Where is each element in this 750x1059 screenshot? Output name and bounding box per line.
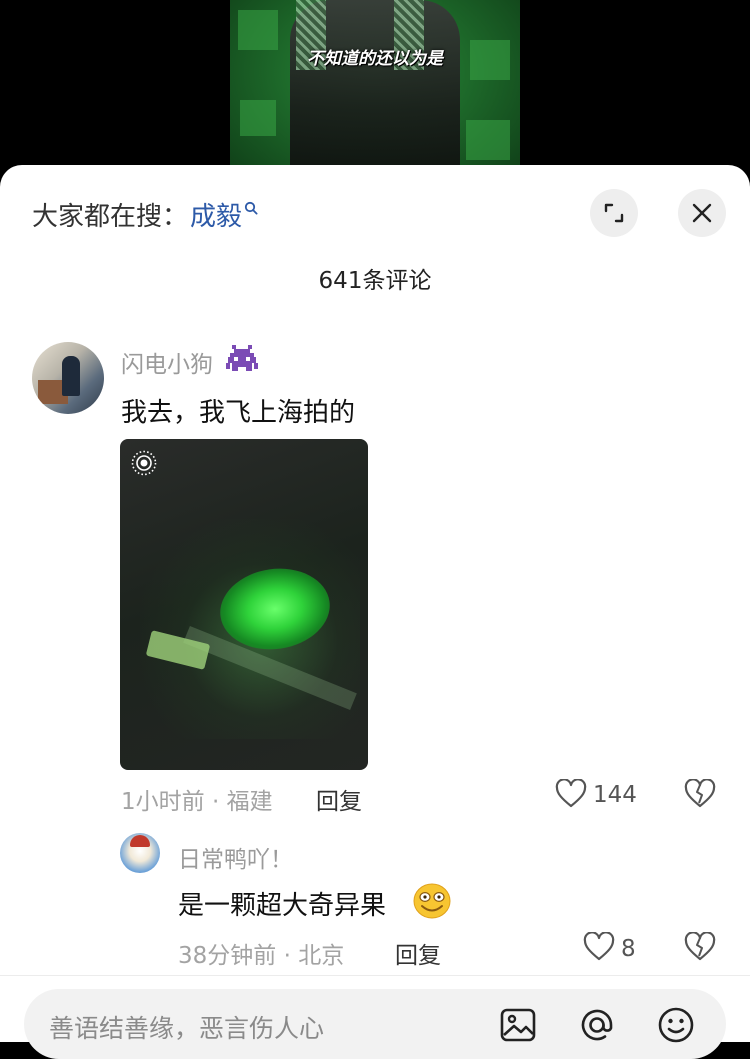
comment-meta: 1小时前 · 福建 — [121, 789, 273, 815]
search-suggestion-term[interactable]: 成毅 — [190, 196, 242, 233]
comment-image[interactable] — [120, 439, 368, 770]
reply-button[interactable]: 回复 — [316, 782, 362, 816]
avatar[interactable] — [120, 833, 160, 873]
like-count: 8 — [621, 936, 636, 962]
at-mention-icon[interactable] — [577, 1005, 617, 1045]
comments-sheet: 大家都在搜： 成毅 641条评论 闪电小狗 我去，我飞上海拍的 1小时前 · 福… — [0, 165, 750, 1059]
divider — [0, 975, 750, 976]
video-frame[interactable]: 不知道的还以为是 — [230, 0, 520, 180]
comment-count: 641条评论 — [318, 268, 432, 294]
reply-text: 是一颗超大奇异果 — [178, 891, 387, 921]
like-count: 144 — [593, 782, 637, 808]
reply-meta: 38分钟前 · 北京 — [178, 943, 345, 969]
live-photo-icon — [131, 450, 157, 476]
alien-monster-icon — [226, 345, 258, 371]
heart-icon[interactable] — [555, 779, 587, 809]
expand-icon — [604, 203, 624, 223]
search-icon — [244, 201, 258, 215]
close-button[interactable] — [678, 189, 726, 237]
video-subtitle: 不知道的还以为是 — [307, 49, 443, 69]
search-suggestion[interactable]: 大家都在搜： 成毅 — [32, 199, 258, 232]
search-suggestion-prefix: 大家都在搜： — [32, 201, 189, 232]
reply-button[interactable]: 回复 — [395, 936, 441, 970]
broken-heart-icon[interactable] — [684, 779, 716, 809]
close-icon — [692, 203, 712, 223]
image-icon[interactable] — [498, 1005, 538, 1045]
smiling-face-icon — [413, 883, 451, 919]
comment-text: 我去，我飞上海拍的 — [121, 398, 356, 428]
avatar[interactable] — [32, 342, 104, 414]
comment-input[interactable]: 善语结善缘，恶言伤人心 — [24, 989, 726, 1059]
comment-input-placeholder: 善语结善缘，恶言伤人心 — [49, 1014, 325, 1043]
emoji-icon[interactable] — [656, 1005, 696, 1045]
reply-username[interactable]: 日常鸭吖！ — [178, 840, 293, 874]
comment-username[interactable]: 闪电小狗 — [121, 345, 213, 379]
expand-button[interactable] — [590, 189, 638, 237]
heart-icon[interactable] — [583, 932, 615, 962]
broken-heart-icon[interactable] — [684, 932, 716, 962]
